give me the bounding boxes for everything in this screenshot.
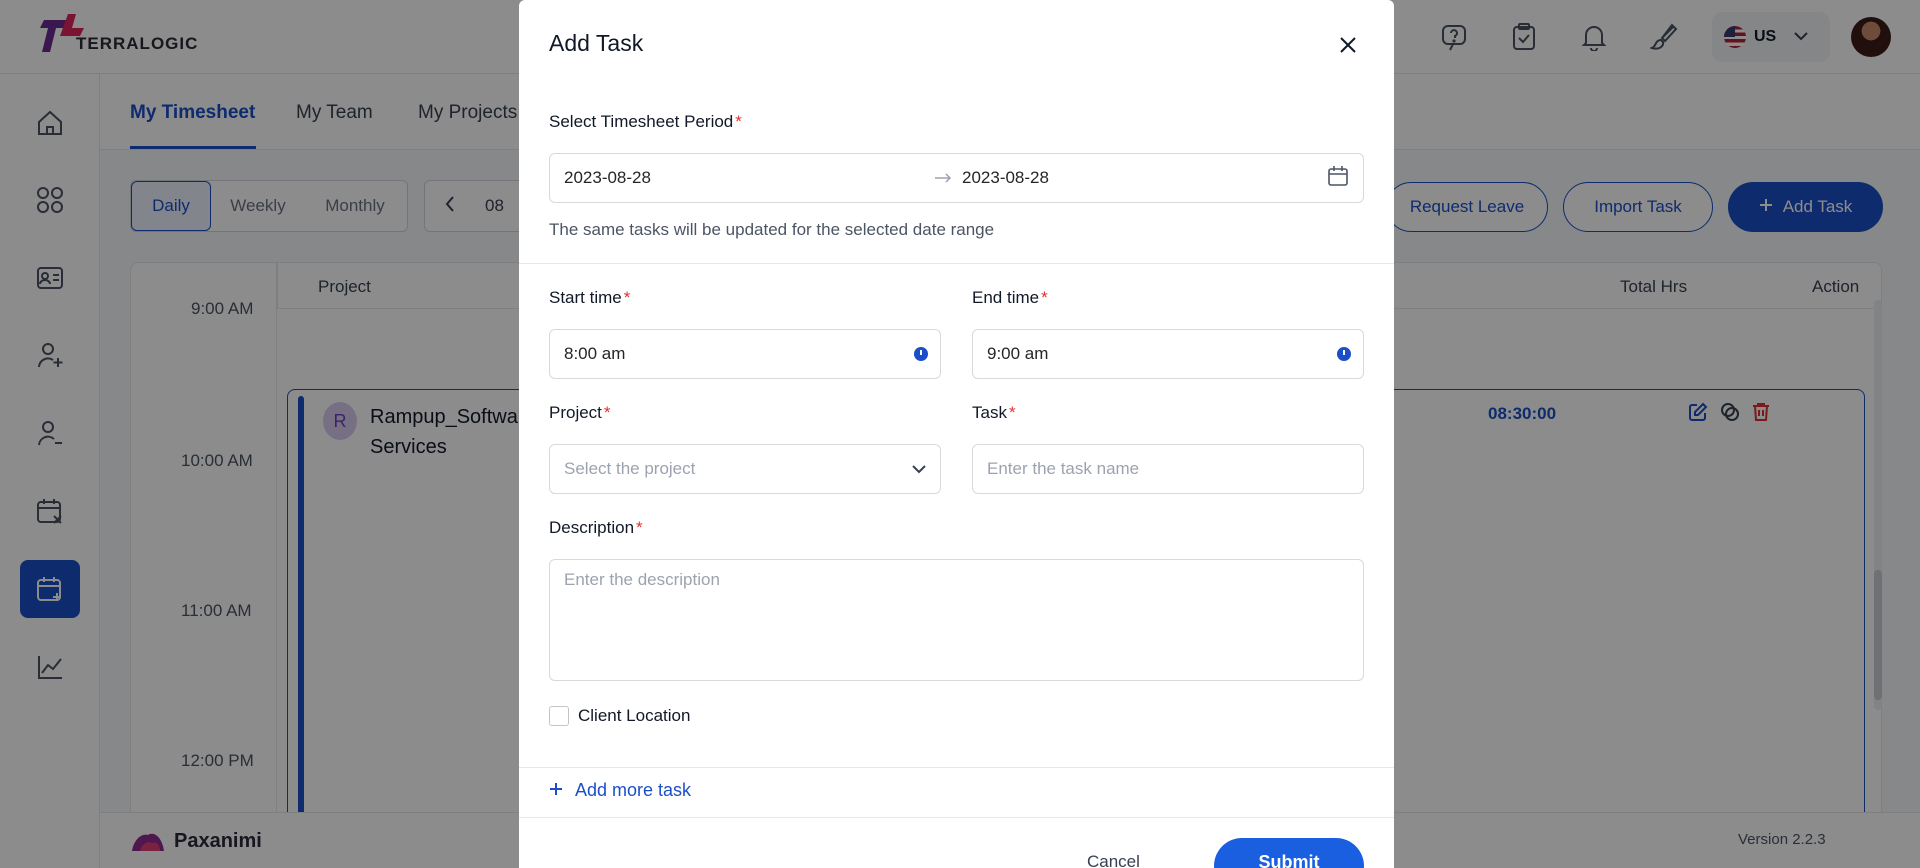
client-location-checkbox[interactable] [549, 706, 569, 726]
submit-button[interactable]: Submit [1214, 838, 1364, 868]
timesheet-period-range-picker[interactable]: 2023-08-28 2023-08-28 [549, 153, 1364, 203]
task-label-text: Task [972, 403, 1007, 422]
calendar-icon[interactable] [1327, 165, 1349, 192]
project-select[interactable]: Select the project [549, 444, 941, 494]
modal-title: Add Task [549, 30, 644, 56]
description-textarea[interactable]: Enter the description [549, 559, 1364, 681]
add-more-task-button[interactable]: Add more task [549, 780, 691, 801]
task-label: Task * [972, 403, 1016, 423]
period-label: Select Timesheet Period * [549, 112, 742, 132]
client-location-label[interactable]: Client Location [578, 706, 690, 726]
description-label-text: Description [549, 518, 635, 537]
task-name-input[interactable]: Enter the task name [972, 444, 1364, 494]
required-mark: * [603, 403, 611, 422]
section-divider [519, 817, 1394, 818]
add-more-task-label: Add more task [575, 780, 692, 800]
close-icon[interactable] [1337, 34, 1359, 56]
plus-icon [549, 780, 563, 801]
project-label-text: Project [549, 403, 602, 422]
required-mark: * [623, 288, 631, 307]
arrow-right-icon [934, 168, 962, 188]
end-time-input[interactable]: 9:00 am [972, 329, 1364, 379]
description-label: Description * [549, 518, 643, 538]
project-placeholder: Select the project [564, 459, 696, 478]
required-mark: * [735, 112, 742, 131]
required-mark: * [1041, 288, 1048, 307]
clock-icon[interactable] [1337, 347, 1351, 361]
start-time-label-text: Start time [549, 288, 622, 307]
required-mark: * [636, 518, 643, 537]
end-time-value: 9:00 am [987, 344, 1049, 363]
add-task-modal: Add Task Select Timesheet Period * 2023-0… [519, 0, 1394, 868]
task-placeholder: Enter the task name [987, 459, 1140, 478]
period-label-text: Select Timesheet Period [549, 112, 734, 131]
project-label: Project * [549, 403, 611, 423]
section-divider [519, 263, 1394, 264]
clock-icon[interactable] [914, 347, 928, 361]
chevron-down-icon [912, 459, 926, 479]
period-helper-text: The same tasks will be updated for the s… [549, 220, 995, 239]
description-placeholder: Enter the description [564, 570, 720, 589]
end-time-label-text: End time [972, 288, 1040, 307]
end-time-label: End time * [972, 288, 1048, 308]
section-divider [519, 767, 1394, 768]
required-mark: * [1008, 403, 1016, 422]
start-time-label: Start time * [549, 288, 630, 308]
cancel-button[interactable]: Cancel [1087, 852, 1140, 868]
start-time-value: 8:00 am [564, 344, 626, 363]
period-start-date[interactable]: 2023-08-28 [564, 168, 934, 188]
start-time-input[interactable]: 8:00 am [549, 329, 941, 379]
period-end-date[interactable]: 2023-08-28 [962, 168, 1327, 188]
